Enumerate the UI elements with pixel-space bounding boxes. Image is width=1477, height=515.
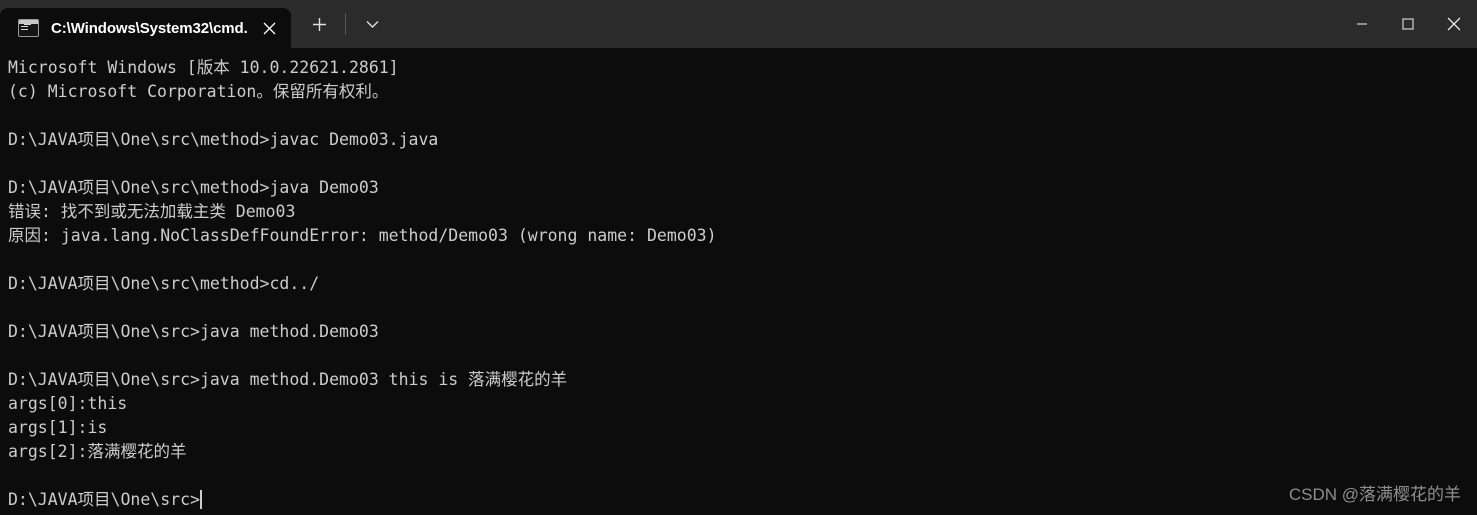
terminal-line: Microsoft Windows [版本 10.0.22621.2861] <box>8 58 399 77</box>
terminal-line: 错误: 找不到或无法加载主类 Demo03 <box>8 202 296 221</box>
tab-strip: C:\Windows\System32\cmd.e <box>0 0 392 48</box>
window-controls <box>1339 0 1477 48</box>
terminal-line: D:\JAVA项目\One\src\method>javac Demo03.ja… <box>8 130 439 149</box>
terminal-line: args[2]:落满樱花的羊 <box>8 442 187 461</box>
terminal-lines: Microsoft Windows [版本 10.0.22621.2861] (c… <box>8 56 1477 512</box>
new-tab-button[interactable] <box>299 4 339 44</box>
terminal-tab[interactable]: C:\Windows\System32\cmd.e <box>0 8 291 48</box>
terminal-line: 原因: java.lang.NoClassDefFoundError: meth… <box>8 226 717 245</box>
chevron-down-icon[interactable] <box>352 4 392 44</box>
tab-close-icon[interactable] <box>253 12 285 44</box>
terminal-line: args[0]:this <box>8 394 128 413</box>
terminal-line: D:\JAVA项目\One\src> <box>8 490 202 509</box>
tab-strip-divider <box>345 13 346 35</box>
watermark-text: CSDN @落满樱花的羊 <box>1288 485 1461 504</box>
terminal-line: D:\JAVA项目\One\src\method>java Demo03 <box>8 178 379 197</box>
terminal-line: D:\JAVA项目\One\src>java method.Demo03 <box>8 322 379 341</box>
cmd-console-icon <box>18 19 39 37</box>
close-button[interactable] <box>1431 0 1477 48</box>
tab-strip-actions <box>291 0 392 48</box>
terminal-line: args[1]:is <box>8 418 108 437</box>
minimize-button[interactable] <box>1339 0 1385 48</box>
tab-title: C:\Windows\System32\cmd.e <box>51 19 247 37</box>
terminal-output-area[interactable]: Microsoft Windows [版本 10.0.22621.2861] (c… <box>0 48 1477 515</box>
terminal-line: D:\JAVA项目\One\src\method>cd../ <box>8 274 320 293</box>
window-title-bar: C:\Windows\System32\cmd.e <box>0 0 1477 48</box>
text-cursor <box>199 490 202 509</box>
terminal-line: D:\JAVA项目\One\src>java method.Demo03 thi… <box>8 370 568 389</box>
terminal-line: (c) Microsoft Corporation。保留所有权利。 <box>8 82 389 101</box>
maximize-button[interactable] <box>1385 0 1431 48</box>
